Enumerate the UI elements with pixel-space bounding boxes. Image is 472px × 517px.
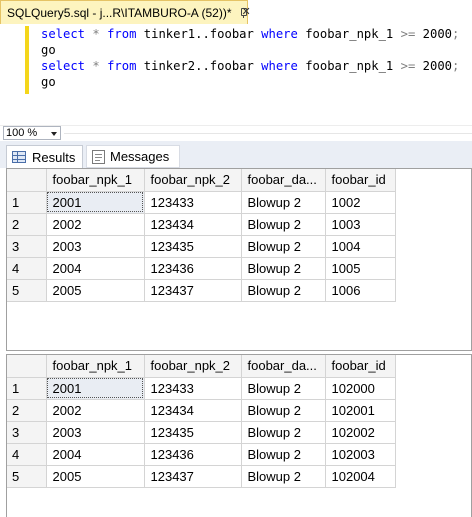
cell[interactable]: 2005: [46, 279, 145, 302]
corner-cell[interactable]: [7, 355, 47, 378]
code-line-4: go: [41, 75, 56, 89]
column-header[interactable]: foobar_npk_2: [144, 169, 242, 192]
table-row: 1 2001 123433 Blowup 2 102000: [7, 377, 396, 400]
table-row: 3 2003 123435 Blowup 2 1004: [7, 235, 396, 258]
cell[interactable]: 1003: [325, 213, 396, 236]
cell[interactable]: 2003: [46, 235, 145, 258]
cell[interactable]: 1002: [325, 191, 396, 214]
cell[interactable]: 2002: [46, 399, 145, 422]
cell[interactable]: Blowup 2: [241, 235, 326, 258]
header-row: foobar_npk_1 foobar_npk_2 foobar_da... f…: [7, 355, 396, 378]
results-tab-strip: Results Messages: [0, 141, 472, 168]
column-header[interactable]: foobar_npk_2: [144, 355, 242, 378]
cell-selected[interactable]: 2001: [46, 377, 145, 400]
document-tab[interactable]: SQLQuery5.sql - j...R\ITAMBURO-A (52))* …: [0, 0, 251, 24]
cell[interactable]: 123435: [144, 421, 242, 444]
message-icon: [92, 149, 105, 164]
tab-messages[interactable]: Messages: [86, 145, 180, 168]
row-number[interactable]: 3: [7, 235, 47, 258]
query-editor[interactable]: select * from tinker1..foobar where foob…: [0, 24, 472, 125]
column-header[interactable]: foobar_id: [325, 355, 396, 378]
table-row: 3 2003 123435 Blowup 2 102002: [7, 421, 396, 444]
cell[interactable]: Blowup 2: [241, 399, 326, 422]
column-header[interactable]: foobar_da...: [241, 169, 326, 192]
row-number[interactable]: 5: [7, 465, 47, 488]
row-number[interactable]: 5: [7, 279, 47, 302]
row-number[interactable]: 1: [7, 191, 47, 214]
zoom-bar: 100 %: [0, 125, 472, 140]
tab-results-label: Results: [32, 149, 76, 165]
cell[interactable]: 2004: [46, 257, 145, 280]
cell[interactable]: 123434: [144, 213, 242, 236]
chevron-down-icon: [51, 132, 57, 136]
cell[interactable]: 2003: [46, 421, 145, 444]
column-header[interactable]: foobar_da...: [241, 355, 326, 378]
editor-gutter: [0, 24, 25, 125]
tab-messages-label: Messages: [110, 149, 170, 164]
table-row: 5 2005 123437 Blowup 2 102004: [7, 465, 396, 488]
cell[interactable]: 123433: [144, 377, 242, 400]
column-header[interactable]: foobar_id: [325, 169, 396, 192]
cell[interactable]: Blowup 2: [241, 421, 326, 444]
cell[interactable]: 123434: [144, 399, 242, 422]
cell[interactable]: 1005: [325, 257, 396, 280]
cell[interactable]: Blowup 2: [241, 213, 326, 236]
cell[interactable]: 2005: [46, 465, 145, 488]
corner-cell[interactable]: [7, 169, 47, 192]
table-row: 1 2001 123433 Blowup 2 1002: [7, 191, 396, 214]
cell[interactable]: Blowup 2: [241, 465, 326, 488]
zoom-value: 100 %: [6, 127, 38, 139]
code-line-1: select * from tinker1..foobar where foob…: [41, 27, 460, 41]
table-row: 4 2004 123436 Blowup 2 1005: [7, 257, 396, 280]
cell[interactable]: 123437: [144, 279, 242, 302]
grid-icon: [12, 151, 26, 163]
tab-results[interactable]: Results: [6, 145, 83, 168]
cell[interactable]: 123436: [144, 257, 242, 280]
code-line-3: select * from tinker2..foobar where foob…: [41, 59, 460, 73]
cell-selected[interactable]: 2001: [46, 191, 145, 214]
cell[interactable]: 102004: [325, 465, 396, 488]
cell[interactable]: 123435: [144, 235, 242, 258]
cell[interactable]: 123433: [144, 191, 242, 214]
cell[interactable]: 2004: [46, 443, 145, 466]
document-tab-title: SQLQuery5.sql - j...R\ITAMBURO-A (52))*: [7, 5, 232, 20]
row-number[interactable]: 2: [7, 213, 47, 236]
table-row: 2 2002 123434 Blowup 2 1003: [7, 213, 396, 236]
cell[interactable]: Blowup 2: [241, 377, 326, 400]
cell[interactable]: 123437: [144, 465, 242, 488]
cell[interactable]: 123436: [144, 443, 242, 466]
change-indicator-bar: [25, 26, 29, 94]
code-line-2: go: [41, 43, 56, 57]
code-area[interactable]: select * from tinker1..foobar where foob…: [41, 26, 459, 90]
cell[interactable]: 102002: [325, 421, 396, 444]
cell[interactable]: 1006: [325, 279, 396, 302]
table-row: 4 2004 123436 Blowup 2 102003: [7, 443, 396, 466]
cell[interactable]: 1004: [325, 235, 396, 258]
document-tab-strip: SQLQuery5.sql - j...R\ITAMBURO-A (52))* …: [0, 0, 472, 25]
cell[interactable]: Blowup 2: [241, 443, 326, 466]
result-grid-2[interactable]: foobar_npk_1 foobar_npk_2 foobar_da... f…: [6, 354, 472, 517]
result-table-2: foobar_npk_1 foobar_npk_2 foobar_da... f…: [7, 355, 396, 488]
row-number[interactable]: 3: [7, 421, 47, 444]
row-number[interactable]: 1: [7, 377, 47, 400]
result-table-1: foobar_npk_1 foobar_npk_2 foobar_da... f…: [7, 169, 396, 302]
table-row: 5 2005 123437 Blowup 2 1006: [7, 279, 396, 302]
row-number[interactable]: 4: [7, 257, 47, 280]
cell[interactable]: Blowup 2: [241, 257, 326, 280]
column-header[interactable]: foobar_npk_1: [46, 355, 145, 378]
horizontal-scroll-track[interactable]: [64, 133, 472, 134]
column-header[interactable]: foobar_npk_1: [46, 169, 145, 192]
row-number[interactable]: 4: [7, 443, 47, 466]
cell[interactable]: Blowup 2: [241, 279, 326, 302]
cell[interactable]: 102001: [325, 399, 396, 422]
cell[interactable]: 102003: [325, 443, 396, 466]
header-row: foobar_npk_1 foobar_npk_2 foobar_da... f…: [7, 169, 396, 192]
cell[interactable]: 2002: [46, 213, 145, 236]
cell[interactable]: Blowup 2: [241, 191, 326, 214]
zoom-dropdown[interactable]: 100 %: [3, 126, 61, 140]
table-row: 2 2002 123434 Blowup 2 102001: [7, 399, 396, 422]
cell[interactable]: 102000: [325, 377, 396, 400]
result-grid-1[interactable]: foobar_npk_1 foobar_npk_2 foobar_da... f…: [6, 168, 472, 351]
row-number[interactable]: 2: [7, 399, 47, 422]
